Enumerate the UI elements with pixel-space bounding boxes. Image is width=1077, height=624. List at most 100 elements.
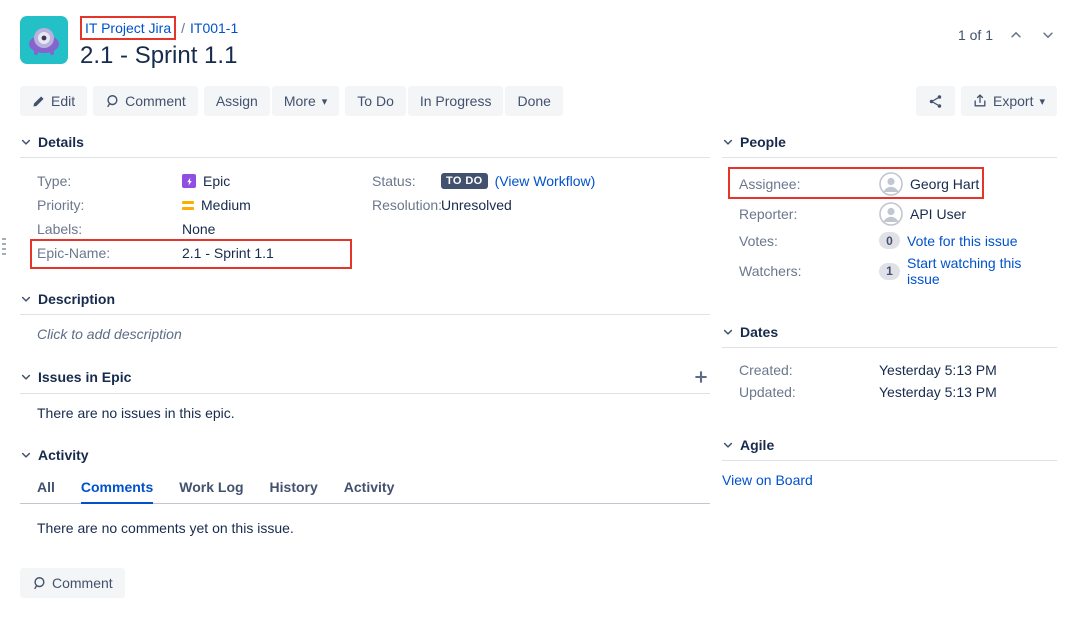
issue-title: 2.1 - Sprint 1.1 (80, 42, 238, 70)
updated-label: Updated: (739, 384, 879, 400)
status-badge: TO DO (441, 173, 488, 189)
tab-history[interactable]: History (270, 475, 318, 504)
assign-button[interactable]: Assign (204, 86, 270, 116)
description-section-title: Description (38, 291, 115, 307)
priority-medium-icon (182, 201, 194, 210)
plus-icon (694, 370, 708, 384)
tab-activity[interactable]: Activity (344, 475, 395, 504)
dates-section: Dates Created: Yesterday 5:13 PM Updated… (722, 324, 1057, 403)
created-value: Yesterday 5:13 PM (879, 362, 997, 378)
export-icon (973, 94, 987, 108)
collapse-issues-in-epic-icon[interactable] (20, 371, 32, 383)
collapse-dates-icon[interactable] (722, 326, 734, 338)
panel-resize-grip[interactable] (2, 238, 6, 255)
issue-toolbar: Edit Comment Assign More ▾ To Do In Prog… (20, 86, 1057, 116)
priority-value: Medium (201, 197, 251, 213)
add-issue-to-epic-button[interactable] (692, 368, 710, 386)
next-issue-button[interactable] (1039, 26, 1057, 44)
status-label: Status: (372, 173, 441, 189)
description-section: Description Click to add description (20, 291, 710, 342)
details-section-title: Details (38, 134, 84, 150)
issues-in-epic-empty-text: There are no issues in this epic. (37, 405, 235, 421)
transition-in-progress-button[interactable]: In Progress (408, 86, 504, 116)
done-label: Done (517, 93, 550, 109)
issue-view-page: IT Project Jira / IT001-1 2.1 - Sprint 1… (0, 0, 1077, 624)
activity-tabs: All Comments Work Log History Activity (20, 475, 710, 504)
issues-in-epic-section-title: Issues in Epic (38, 369, 131, 385)
tab-comments[interactable]: Comments (81, 475, 153, 504)
vote-for-issue-link[interactable]: Vote for this issue (907, 233, 1018, 249)
assignee-label: Assignee: (739, 176, 879, 192)
view-on-board-link[interactable]: View on Board (722, 472, 813, 488)
transition-todo-button[interactable]: To Do (345, 86, 406, 116)
agile-section: Agile View on Board (722, 437, 1057, 488)
project-avatar-image (20, 16, 68, 64)
votes-label: Votes: (739, 233, 879, 249)
reporter-value[interactable]: API User (910, 206, 966, 222)
agile-section-title: Agile (740, 437, 774, 453)
field-priority: Priority: Medium (37, 193, 372, 217)
field-watchers: Watchers: 1 Start watching this issue (739, 252, 1057, 290)
resolution-label: Resolution: (372, 197, 441, 213)
start-watching-link[interactable]: Start watching this issue (907, 255, 1057, 287)
field-assignee: Assignee: Georg Hart (739, 169, 1057, 199)
breadcrumb-issue-key-link[interactable]: IT001-1 (190, 18, 238, 38)
edit-button[interactable]: Edit (20, 86, 87, 116)
field-reporter: Reporter: API User (739, 199, 1057, 229)
activity-section-title: Activity (38, 447, 89, 463)
comment-bubble-icon (32, 576, 46, 590)
epic-name-label: Epic-Name: (37, 245, 182, 261)
view-workflow-link[interactable]: (View Workflow) (495, 173, 596, 189)
chevron-down-icon: ▾ (1039, 95, 1045, 108)
chevron-down-icon (722, 136, 734, 148)
details-section: Details Type: Epic (20, 134, 710, 265)
created-label: Created: (739, 362, 879, 378)
more-button-label: More (284, 93, 316, 109)
assignee-value[interactable]: Georg Hart (910, 176, 979, 192)
description-placeholder[interactable]: Click to add description (37, 326, 182, 342)
comment-button[interactable]: Comment (93, 86, 198, 116)
chevron-up-icon (1009, 28, 1023, 42)
pager-count: 1 of 1 (958, 27, 993, 43)
type-value: Epic (203, 173, 230, 189)
comment-bottom-button[interactable]: Comment (20, 568, 125, 598)
more-button[interactable]: More ▾ (272, 86, 339, 116)
collapse-activity-icon[interactable] (20, 449, 32, 461)
in-progress-label: In Progress (420, 93, 492, 109)
chevron-down-icon (20, 136, 32, 148)
transition-done-button[interactable]: Done (505, 86, 562, 116)
share-button[interactable] (916, 86, 955, 116)
previous-issue-button[interactable] (1007, 26, 1025, 44)
watchers-count-badge: 1 (879, 263, 900, 280)
tab-work-log[interactable]: Work Log (179, 475, 243, 504)
dates-section-title: Dates (740, 324, 778, 340)
field-resolution: Resolution: Unresolved (372, 193, 710, 217)
people-section-title: People (740, 134, 786, 150)
chevron-down-icon (722, 439, 734, 451)
no-comments-text: There are no comments yet on this issue. (37, 520, 294, 536)
project-avatar[interactable] (20, 16, 68, 64)
epic-name-value: 2.1 - Sprint 1.1 (182, 245, 274, 261)
share-icon (928, 94, 943, 109)
tab-all[interactable]: All (37, 475, 55, 504)
assign-button-label: Assign (216, 93, 258, 109)
annotation-box-project-link: IT Project Jira (80, 16, 176, 40)
field-votes: Votes: 0 Vote for this issue (739, 229, 1057, 252)
edit-button-label: Edit (51, 93, 75, 109)
people-section: People Assignee: Georg Hart (722, 134, 1057, 290)
labels-value: None (182, 221, 215, 237)
field-updated: Updated: Yesterday 5:13 PM (739, 381, 1057, 403)
collapse-details-icon[interactable] (20, 136, 32, 148)
chevron-down-icon: ▾ (322, 95, 328, 108)
watchers-label: Watchers: (739, 263, 879, 279)
user-avatar-icon (879, 202, 903, 226)
priority-label: Priority: (37, 197, 182, 213)
pencil-icon (32, 95, 45, 108)
field-created: Created: Yesterday 5:13 PM (739, 359, 1057, 381)
collapse-agile-icon[interactable] (722, 439, 734, 451)
collapse-description-icon[interactable] (20, 293, 32, 305)
chevron-down-icon (20, 293, 32, 305)
collapse-people-icon[interactable] (722, 136, 734, 148)
export-button[interactable]: Export ▾ (961, 86, 1057, 116)
breadcrumb-project-link[interactable]: IT Project Jira (85, 20, 171, 36)
